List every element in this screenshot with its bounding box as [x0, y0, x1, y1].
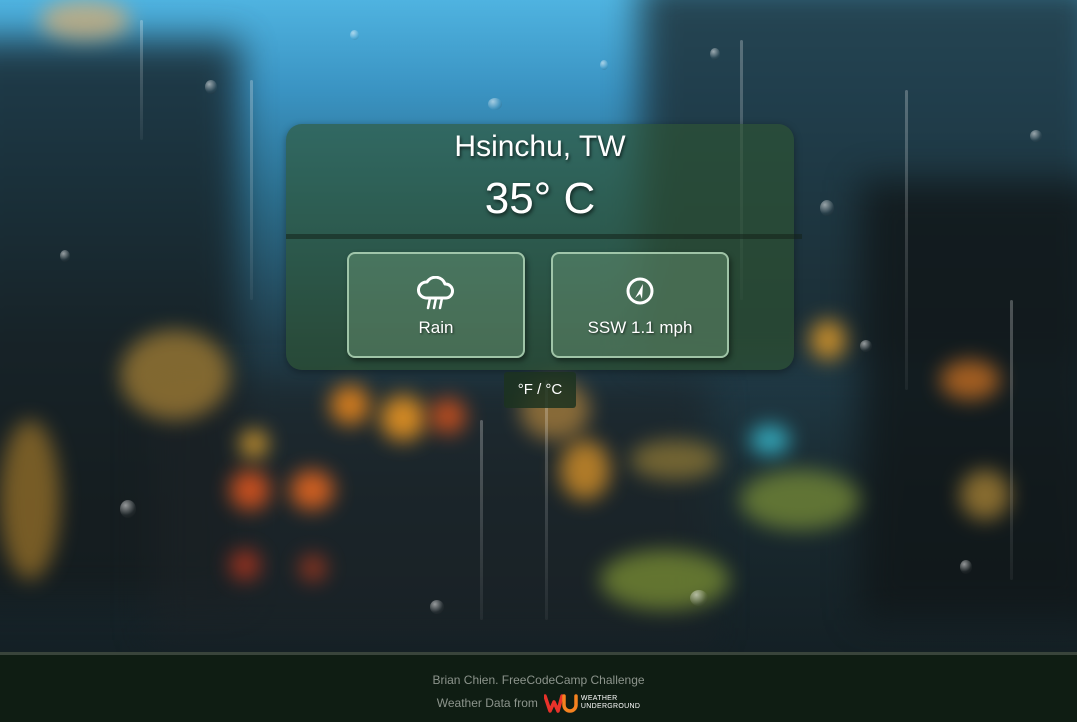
logo-line-2: UNDERGROUND — [580, 703, 641, 710]
rain-cloud-icon — [349, 276, 523, 310]
card-divider — [286, 234, 802, 239]
footer-credit: Brian Chien. FreeCodeCamp Challenge — [432, 673, 645, 687]
city-name: Hsinchu, TW — [454, 130, 626, 163]
condition-label: Rain — [418, 318, 454, 337]
weather-underground-logo[interactable]: WEATHER UNDERGROUND — [543, 693, 641, 713]
temperature-display: 35° C — [484, 174, 596, 223]
data-source-text: Weather Data from — [436, 696, 538, 710]
wu-logo-icon — [543, 694, 578, 713]
logo-line-1: WEATHER — [580, 695, 618, 702]
footer: Brian Chien. FreeCodeCamp Challenge Weat… — [0, 652, 1077, 722]
compass-icon — [553, 276, 727, 310]
weather-card: Hsinchu, TW 35° C Rain SSW 1.1 mph — [286, 124, 802, 370]
wind-label: SSW 1.1 mph — [587, 318, 693, 337]
unit-toggle-button[interactable]: °F / °C — [504, 372, 576, 408]
condition-tile: Rain — [347, 252, 525, 358]
footer-data-source: Weather Data from WEATHER UNDERGROUND — [0, 693, 1077, 713]
weather-app: Hsinchu, TW 35° C Rain SSW 1.1 mph °F / … — [0, 0, 1077, 722]
wind-tile: SSW 1.1 mph — [551, 252, 729, 358]
